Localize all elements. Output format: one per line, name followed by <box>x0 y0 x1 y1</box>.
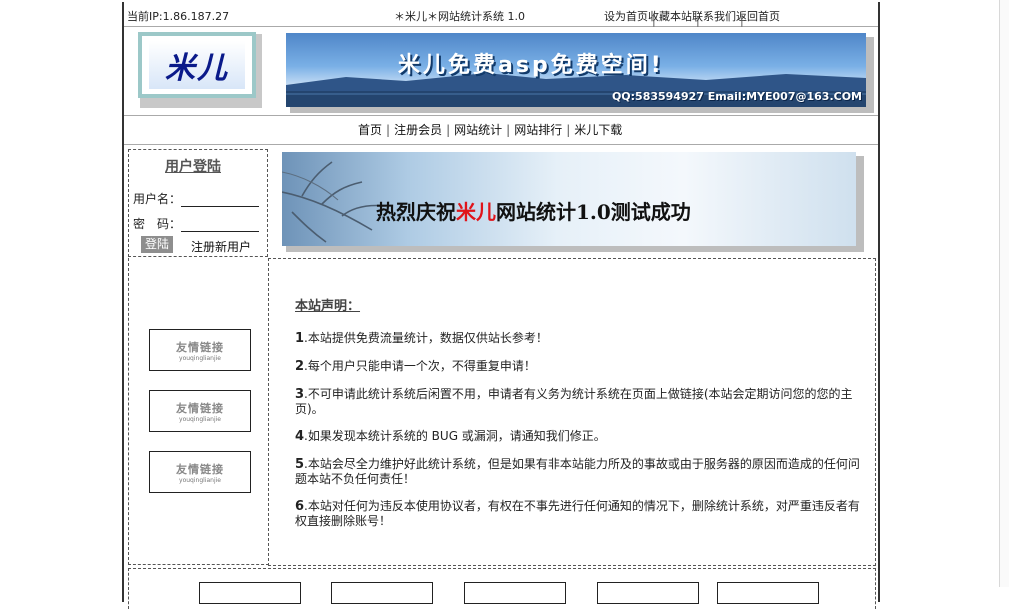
bottom-link-badge[interactable] <box>464 582 566 604</box>
notice-number: 6 <box>295 499 305 514</box>
friend-link-badge[interactable]: 友情链接 youqinglianjie <box>149 451 251 493</box>
header-banner: 米儿免费asp免费空间! QQ:583594927 Email:MYE007@1… <box>286 33 866 107</box>
separator: | <box>566 123 571 137</box>
register-link[interactable]: 注册新用户 <box>191 238 251 255</box>
notice-number: 4 <box>295 429 305 444</box>
separator: | <box>652 14 656 27</box>
notice-item: 3.不可申请此统计系统后闲置不用，申请者有义务为统计系统在页面上做链接(本站会定… <box>295 387 867 417</box>
separator: | <box>740 14 744 27</box>
notice-item: 6.本站对任何为违反本使用协议者，有权在不事先进行任何通知的情况下，删除统计系统… <box>295 499 867 529</box>
notice-number: 2 <box>295 359 305 374</box>
bottom-links-area <box>128 568 876 609</box>
celebration-highlight: 米儿 <box>456 200 496 224</box>
separator: | <box>446 123 451 137</box>
notice-number: 1 <box>295 331 305 346</box>
username-input[interactable] <box>181 192 260 207</box>
set-homepage-link[interactable]: 设为首页 <box>604 10 648 23</box>
friend-links-sidebar: 友情链接 youqinglianjie 友情链接 youqinglianjie … <box>128 258 269 565</box>
celebration-text-before: 热烈庆祝 <box>376 200 456 224</box>
banner-title: 米儿免费asp免费空间! <box>398 53 664 78</box>
notice-text: .每个用户只能申请一个次，不得重复申请！ <box>304 359 536 373</box>
logo-text: 米儿 <box>149 41 245 89</box>
page-container: 当前IP:1.86.187.27 ＊米儿＊网站统计系统 1.0 设为首页 | 收藏本… <box>122 2 880 609</box>
login-title: 用户登陆 <box>165 159 221 175</box>
login-panel: 用户登陆 用户名： 密 码： 登陆 注册新用户 <box>128 149 268 257</box>
notice-text: .本站对任何为违反本使用协议者，有权在不事先进行任何通知的情况下，删除统计系统，… <box>295 499 860 528</box>
site-title: ＊米儿＊网站统计系统 1.0 <box>394 10 525 23</box>
notice-item: 2.每个用户只能申请一个次，不得重复申请！ <box>295 359 867 374</box>
main-nav: 首页 | 注册会员 | 网站统计 | 网站排行 | 米儿下载 <box>358 121 622 138</box>
separator: | <box>506 123 511 137</box>
bottom-link-badge[interactable] <box>331 582 433 604</box>
password-row: 密 码： <box>133 215 260 232</box>
nav-ranking[interactable]: 网站排行 <box>514 123 562 137</box>
login-button[interactable]: 登陆 <box>141 236 173 253</box>
banner-contact: QQ:583594927 Email:MYE007@163.COM <box>611 90 862 103</box>
friend-link-title: 友情链接 <box>176 341 224 354</box>
site-logo[interactable]: 米儿 <box>138 32 256 98</box>
username-label: 用户名： <box>133 192 182 206</box>
nav-home[interactable]: 首页 <box>358 123 382 137</box>
bottom-link-badge[interactable] <box>199 582 301 604</box>
nav-download[interactable]: 米儿下载 <box>574 123 622 137</box>
notice-text: .不可申请此统计系统后闲置不用，申请者有义务为统计系统在页面上做链接(本站会定期… <box>295 387 853 416</box>
friend-link-badge[interactable]: 友情链接 youqinglianjie <box>149 329 251 371</box>
celebration-banner: 热烈庆祝米儿网站统计1.0测试成功 <box>282 152 856 246</box>
notice-item: 1.本站提供免费流量统计，数据仅供站长参考！ <box>295 331 867 346</box>
divider <box>124 144 878 145</box>
friend-link-title: 友情链接 <box>176 402 224 415</box>
current-ip: 当前IP:1.86.187.27 <box>127 10 230 23</box>
logo-shadow: 米儿 <box>138 32 262 108</box>
nav-statistics[interactable]: 网站统计 <box>454 123 502 137</box>
notice-text: .如果发现本统计系统的 BUG 或漏洞，请通知我们修正。 <box>304 429 606 443</box>
notice-number: 3 <box>295 387 305 402</box>
friend-link-title: 友情链接 <box>176 463 224 476</box>
notice-text: .本站提供免费流量统计，数据仅供站长参考！ <box>304 331 548 345</box>
separator: | <box>386 123 391 137</box>
bottom-link-badge[interactable] <box>717 582 819 604</box>
separator: | <box>696 14 700 27</box>
notice-item: 5.本站会尽全力维护好此统计系统，但是如果有非本站能力所及的事故或由于服务器的原… <box>295 457 867 487</box>
site-notice-panel: 本站声明： 1.本站提供免费流量统计，数据仅供站长参考！ 2.每个用户只能申请一… <box>268 258 876 566</box>
notice-item: 4.如果发现本统计系统的 BUG 或漏洞，请通知我们修正。 <box>295 429 867 444</box>
friend-link-pinyin: youqinglianjie <box>179 416 221 423</box>
celebration-text-after: 网站统计1.0测试成功 <box>496 200 691 224</box>
nav-register[interactable]: 注册会员 <box>394 123 442 137</box>
bottom-link-badge[interactable] <box>597 582 699 604</box>
notice-text: .本站会尽全力维护好此统计系统，但是如果有非本站能力所及的事故或由于服务器的原因… <box>295 457 860 486</box>
top-bar: 当前IP:1.86.187.27 ＊米儿＊网站统计系统 1.0 设为首页 | 收藏本… <box>124 2 878 27</box>
friend-link-badge[interactable]: 友情链接 youqinglianjie <box>149 390 251 432</box>
notice-number: 5 <box>295 457 305 472</box>
vertical-scrollbar[interactable] <box>999 0 1009 587</box>
celebration-text: 热烈庆祝米儿网站统计1.0测试成功 <box>376 196 691 225</box>
divider <box>124 115 878 116</box>
password-label: 密 码： <box>133 217 182 231</box>
top-links: 设为首页 | 收藏本站 | 联系我们 | 返回首页 <box>604 8 780 27</box>
notice-title: 本站声明： <box>295 299 361 314</box>
friend-link-pinyin: youqinglianjie <box>179 355 221 362</box>
username-row: 用户名： <box>133 190 260 207</box>
friend-link-pinyin: youqinglianjie <box>179 477 221 484</box>
password-input[interactable] <box>181 217 260 232</box>
